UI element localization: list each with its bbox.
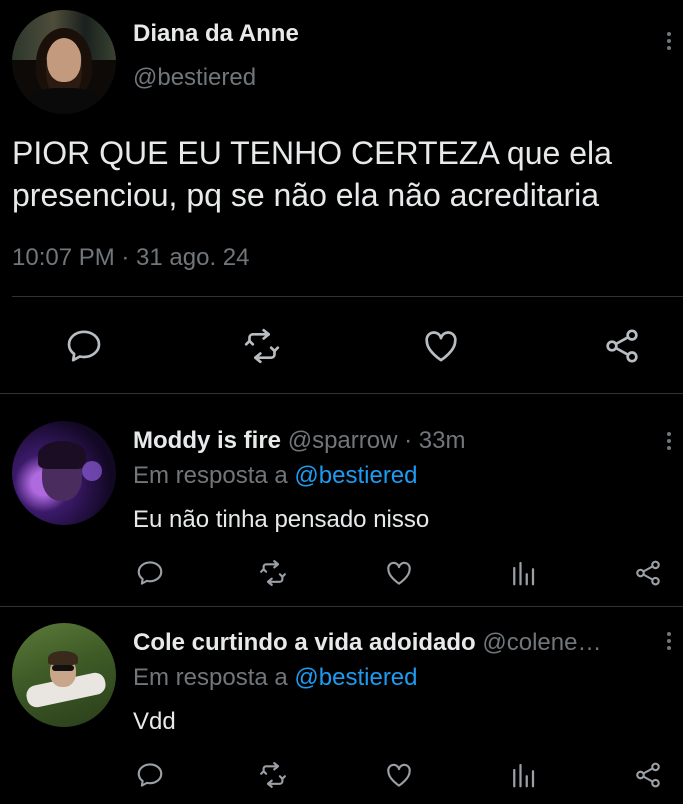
timestamp: · 33m [404, 427, 466, 454]
retweet-icon[interactable] [258, 760, 288, 790]
more-options-icon[interactable] [666, 32, 672, 50]
avatar[interactable] [12, 421, 116, 525]
like-icon[interactable] [384, 760, 414, 790]
reply-icon[interactable] [135, 558, 165, 588]
share-icon[interactable] [633, 760, 663, 790]
share-icon[interactable] [633, 558, 663, 588]
divider [12, 296, 683, 297]
display-name[interactable]: Cole curtindo a vida adoidado [133, 629, 476, 656]
analytics-icon[interactable] [508, 558, 538, 588]
more-options-icon[interactable] [666, 632, 672, 650]
in-reply-to-label: Em resposta a [133, 664, 288, 691]
display-name[interactable]: Diana da Anne [133, 20, 299, 48]
divider [0, 606, 683, 607]
more-options-icon[interactable] [666, 432, 672, 450]
tweet-text: PIOR QUE EU TENHO CERTEZA que ela presen… [12, 135, 612, 213]
retweet-icon[interactable] [242, 326, 282, 366]
in-reply-to-label: Em resposta a [133, 462, 288, 489]
display-name[interactable]: Moddy is fire [133, 427, 281, 454]
avatar[interactable] [12, 623, 116, 727]
reply-icon[interactable] [64, 326, 104, 366]
retweet-icon[interactable] [258, 558, 288, 588]
reply-text: Eu não tinha pensado nisso [133, 506, 430, 533]
like-icon[interactable] [384, 558, 414, 588]
tweet-timestamp: 10:07 PM · 31 ago. 24 [12, 244, 250, 271]
in-reply-to-handle[interactable]: @bestiered [294, 664, 417, 691]
reply-text: Vdd [133, 708, 176, 735]
in-reply-to-handle[interactable]: @bestiered [294, 462, 417, 489]
avatar[interactable] [12, 10, 116, 114]
handle[interactable]: @colene… [482, 629, 601, 656]
reply-icon[interactable] [135, 760, 165, 790]
share-icon[interactable] [602, 326, 642, 366]
like-icon[interactable] [421, 326, 461, 366]
divider [0, 393, 683, 394]
analytics-icon[interactable] [508, 760, 538, 790]
handle[interactable]: @bestiered [133, 64, 256, 92]
handle[interactable]: @sparrow [288, 427, 398, 454]
